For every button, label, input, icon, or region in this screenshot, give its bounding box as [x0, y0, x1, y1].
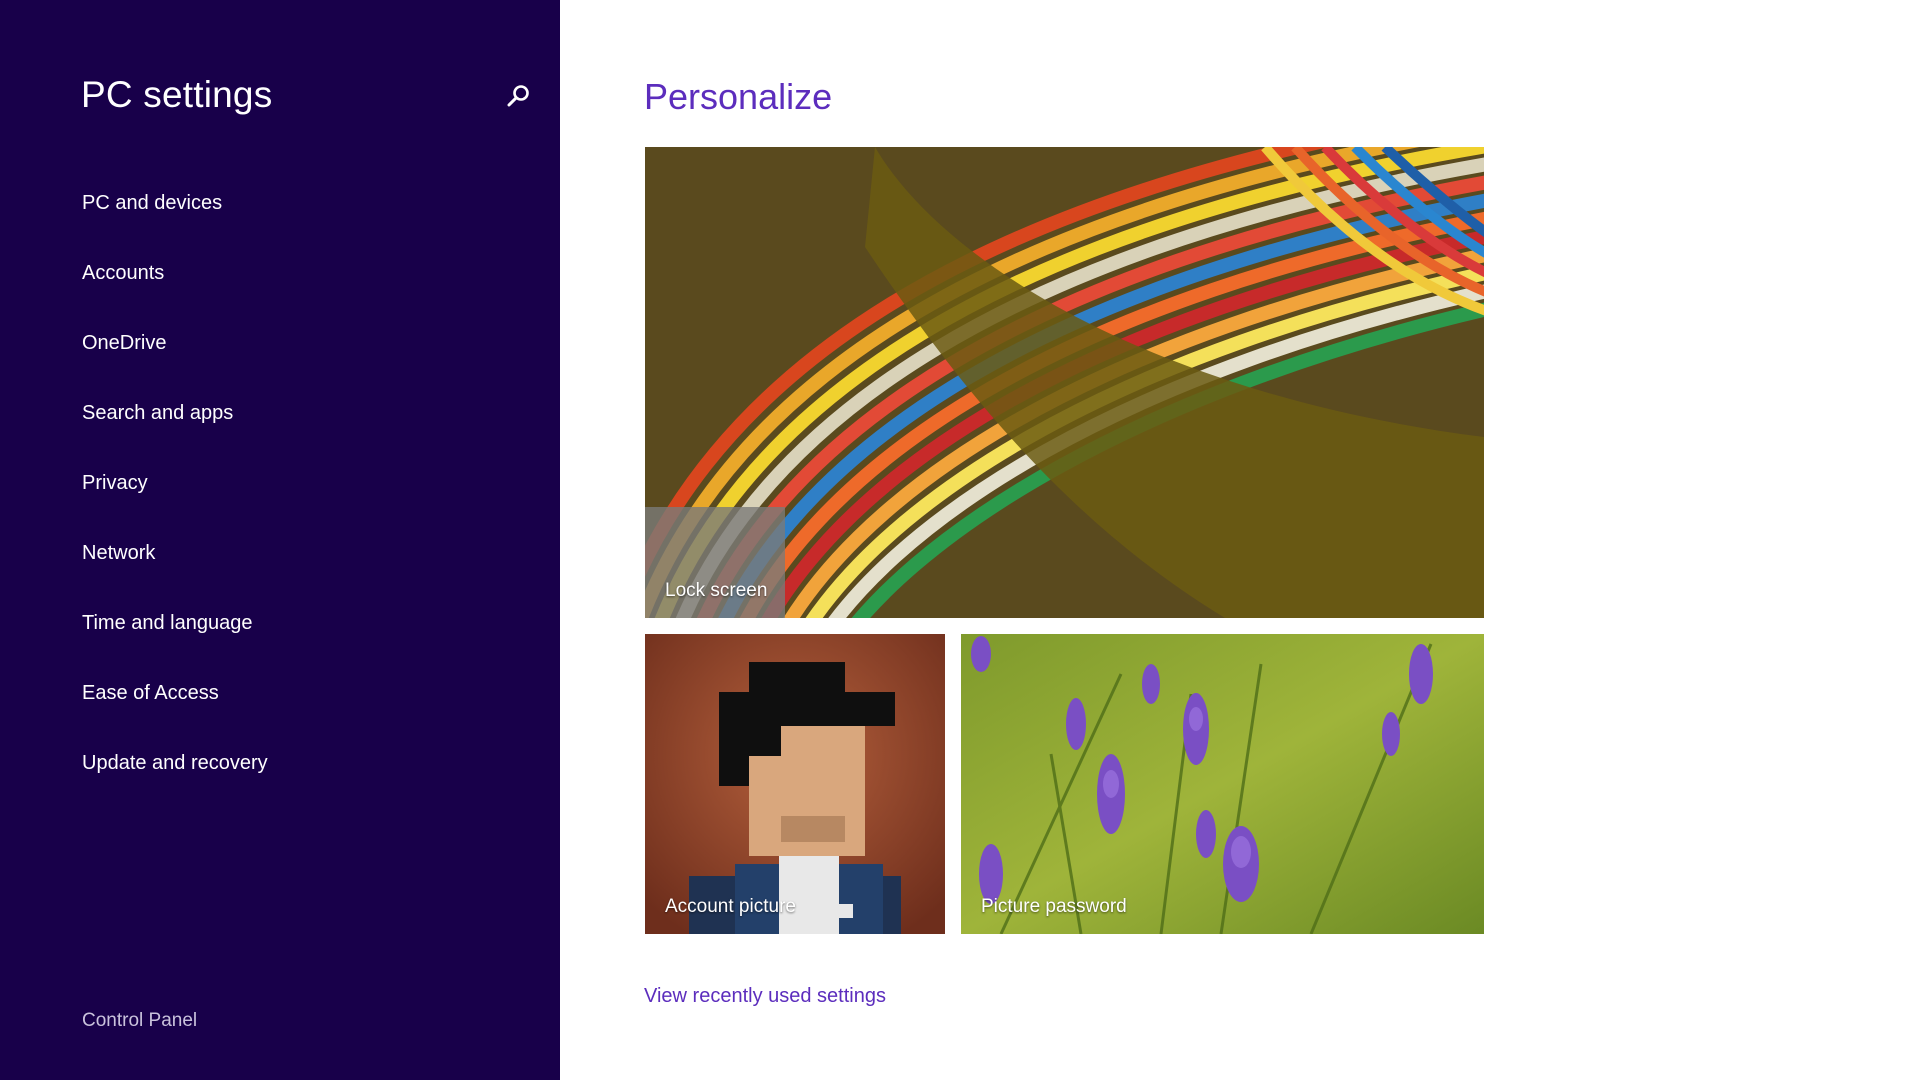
search-icon[interactable]: [505, 83, 531, 109]
sidebar: PC settings PC and devices Accounts OneD…: [0, 0, 560, 1080]
page-title: Personalize: [644, 76, 833, 117]
picture-password-image: [961, 634, 1484, 934]
view-recent-settings-link[interactable]: View recently used settings: [644, 985, 886, 1008]
nav-item-onedrive[interactable]: OneDrive: [82, 326, 268, 396]
settings-nav: PC and devices Accounts OneDrive Search …: [82, 186, 268, 816]
nav-item-time-and-language[interactable]: Time and language: [82, 606, 268, 676]
control-panel-link[interactable]: Control Panel: [82, 1010, 197, 1032]
nav-item-network[interactable]: Network: [82, 536, 268, 606]
picture-password-label: Picture password: [981, 896, 1127, 917]
nav-item-privacy[interactable]: Privacy: [82, 466, 268, 536]
nav-item-ease-of-access[interactable]: Ease of Access: [82, 676, 268, 746]
lock-screen-tile[interactable]: Lock screen: [645, 147, 1484, 618]
picture-password-tile[interactable]: Picture password: [961, 634, 1484, 934]
sidebar-title: PC settings: [81, 74, 273, 115]
account-picture-label: Account picture: [665, 896, 796, 917]
main-content: Personalize Lock screen Account picture …: [560, 0, 1920, 1080]
pc-settings-window: PC settings PC and devices Accounts OneD…: [0, 0, 1920, 1080]
account-picture-tile[interactable]: Account picture: [645, 634, 945, 934]
nav-item-accounts[interactable]: Accounts: [82, 256, 268, 326]
account-picture-image: [645, 634, 945, 934]
lock-screen-label: Lock screen: [665, 580, 768, 601]
nav-item-pc-and-devices[interactable]: PC and devices: [82, 186, 268, 256]
nav-item-update-and-recovery[interactable]: Update and recovery: [82, 746, 268, 816]
lock-screen-image: [645, 147, 1484, 618]
nav-item-search-and-apps[interactable]: Search and apps: [82, 396, 268, 466]
